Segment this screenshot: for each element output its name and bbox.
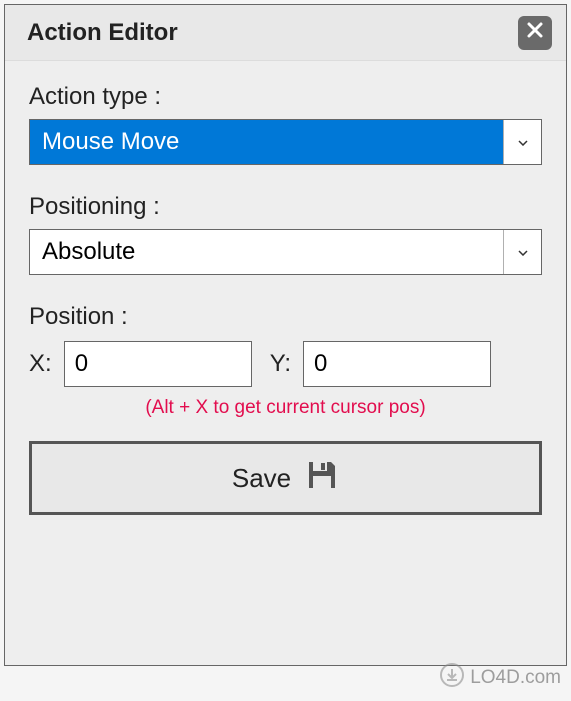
close-button[interactable] xyxy=(518,16,552,50)
position-label: Position : xyxy=(29,303,542,331)
content-area: Action type : Mouse Move Positioning : A… xyxy=(5,61,566,537)
position-hint: (Alt + X to get current cursor pos) xyxy=(29,397,542,419)
positioning-label: Positioning : xyxy=(29,193,542,221)
watermark: LO4D.com xyxy=(440,663,561,693)
chevron-down-icon xyxy=(518,243,528,261)
action-type-dropdown[interactable]: Mouse Move xyxy=(29,119,542,165)
save-icon xyxy=(305,458,339,499)
window-title: Action Editor xyxy=(27,19,178,47)
positioning-dropdown[interactable]: Absolute xyxy=(29,229,542,275)
download-icon xyxy=(440,663,464,693)
position-row: X: Y: xyxy=(29,341,542,387)
y-input[interactable] xyxy=(304,342,571,386)
titlebar: Action Editor xyxy=(5,5,566,61)
save-label: Save xyxy=(232,463,291,494)
x-label: X: xyxy=(29,350,52,378)
positioning-value: Absolute xyxy=(30,230,503,274)
save-button[interactable]: Save xyxy=(29,441,542,515)
close-icon xyxy=(526,21,544,44)
action-type-label: Action type : xyxy=(29,83,542,111)
dropdown-arrow-button[interactable] xyxy=(503,120,541,164)
dropdown-arrow-button[interactable] xyxy=(503,230,541,274)
x-spinner xyxy=(64,341,252,387)
action-type-value: Mouse Move xyxy=(30,120,503,164)
watermark-text: LO4D.com xyxy=(470,667,561,689)
y-spinner xyxy=(303,341,491,387)
y-label: Y: xyxy=(270,350,291,378)
chevron-down-icon xyxy=(518,133,528,151)
action-editor-window: Action Editor Action type : Mouse Move P… xyxy=(4,4,567,666)
